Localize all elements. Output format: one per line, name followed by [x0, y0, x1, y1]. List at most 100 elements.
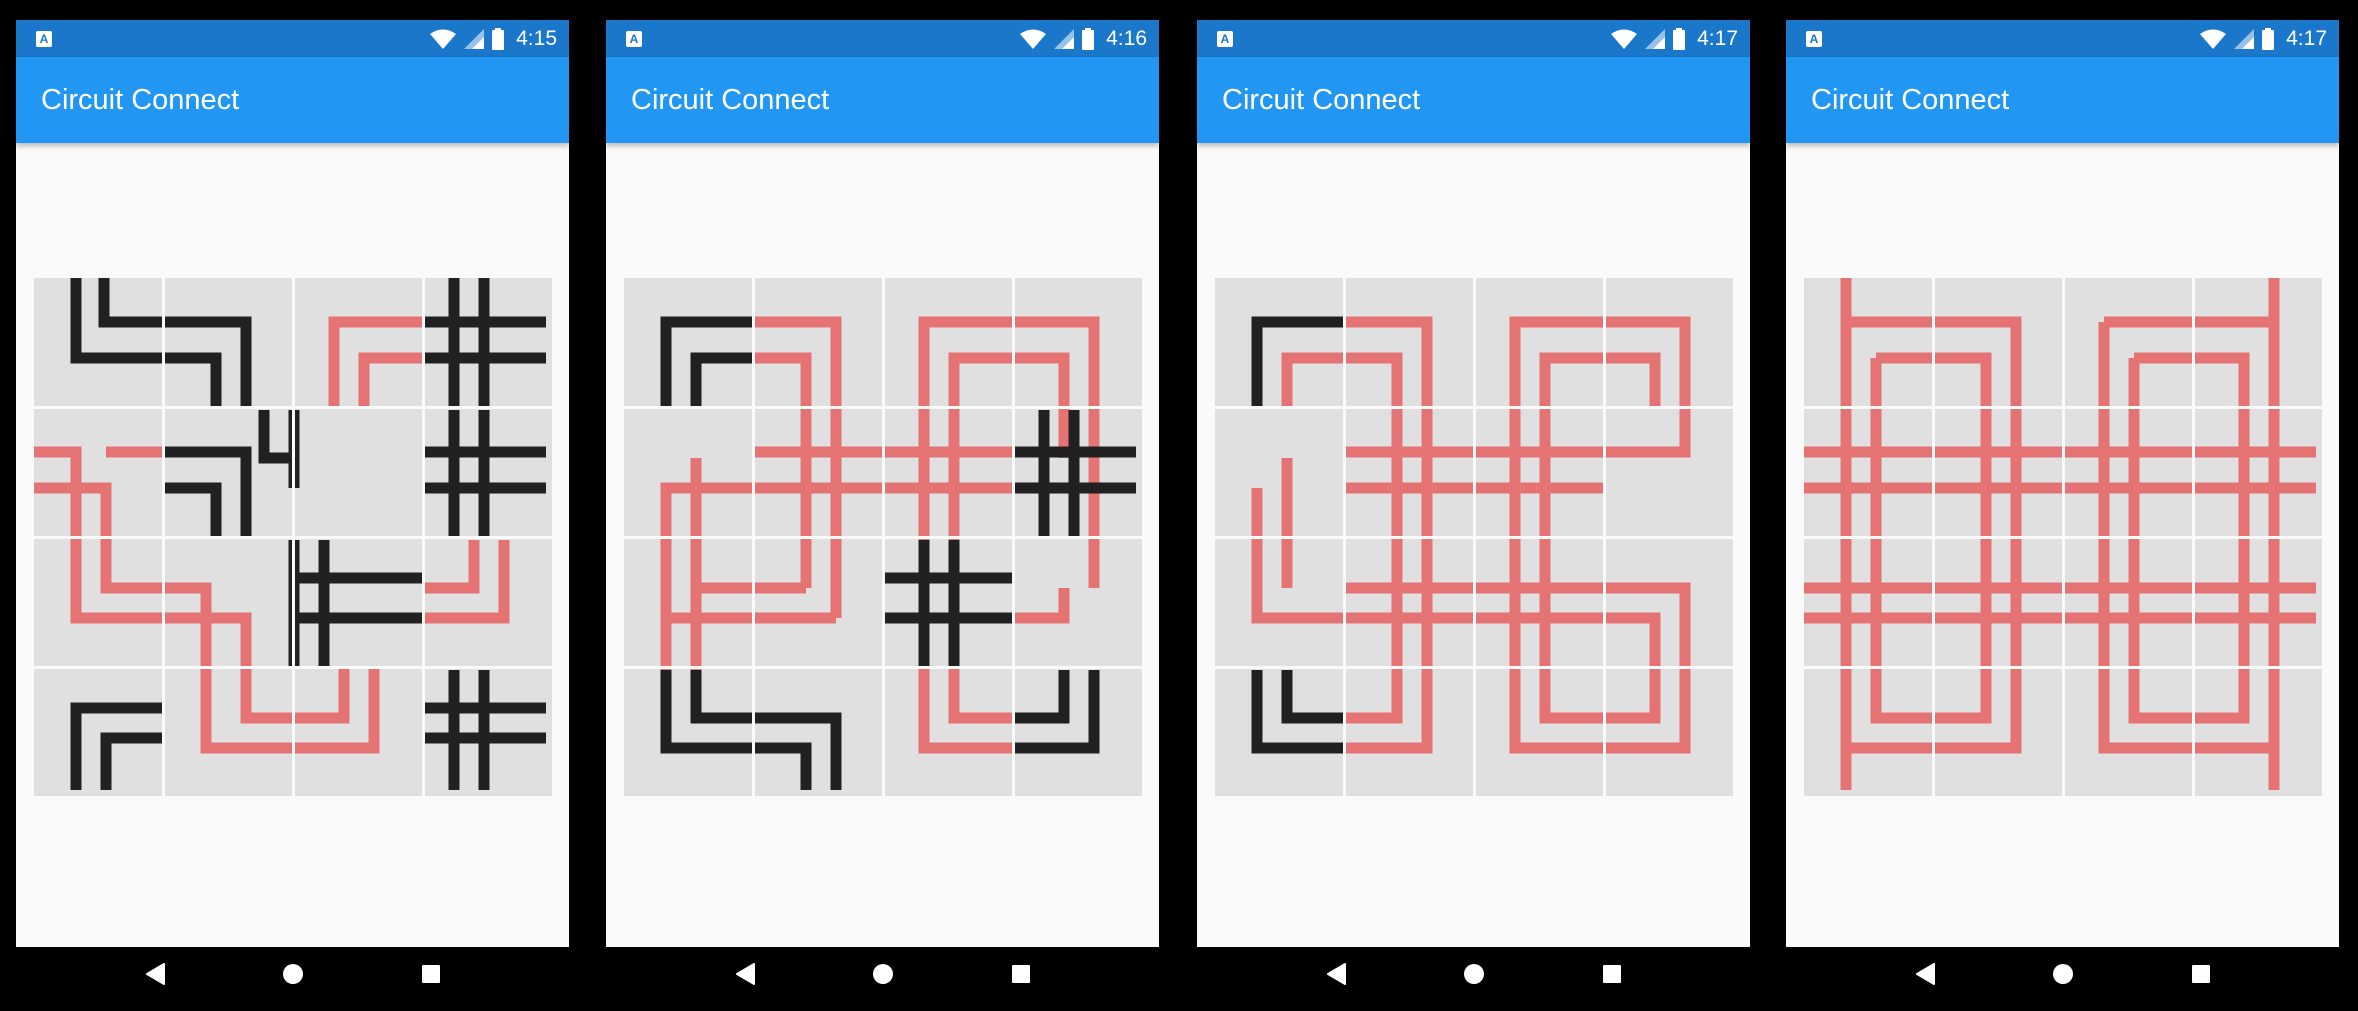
recents-square-icon[interactable] [2186, 959, 2216, 989]
back-triangle-icon[interactable] [731, 959, 761, 989]
signal-icon [2234, 28, 2255, 49]
circuit-tile[interactable] [624, 278, 752, 406]
circuit-tile[interactable] [754, 668, 882, 796]
circuit-tile[interactable] [1215, 408, 1343, 536]
circuit-tile[interactable] [1475, 668, 1603, 796]
circuit-tile[interactable] [1014, 278, 1142, 406]
navigation-bar [1786, 947, 2339, 1000]
circuit-tile[interactable] [1215, 538, 1343, 666]
circuit-tile[interactable] [884, 408, 1012, 536]
circuit-tile[interactable] [294, 668, 422, 796]
circuit-tile[interactable] [34, 538, 162, 666]
game-area [1786, 143, 2339, 947]
circuit-tile[interactable] [1605, 408, 1733, 536]
recents-square-icon[interactable] [1006, 959, 1036, 989]
circuit-tile[interactable] [2064, 278, 2192, 406]
back-triangle-icon[interactable] [141, 959, 171, 989]
circuit-tile[interactable] [1804, 668, 1932, 796]
circuit-tile[interactable] [1605, 278, 1733, 406]
status-icons: 4:16 [1020, 20, 1147, 57]
circuit-tile[interactable] [1345, 538, 1473, 666]
circuit-tile[interactable] [1345, 278, 1473, 406]
circuit-tile[interactable] [164, 538, 292, 666]
circuit-tile[interactable] [1934, 278, 2062, 406]
circuit-tile[interactable] [2194, 668, 2322, 796]
circuit-tile[interactable] [1934, 668, 2062, 796]
circuit-tile[interactable] [1475, 278, 1603, 406]
circuit-tile[interactable] [34, 668, 162, 796]
circuit-tile[interactable] [164, 668, 292, 796]
circuit-tile[interactable] [1215, 278, 1343, 406]
circuit-tile[interactable] [1934, 408, 2062, 536]
circuit-tile[interactable] [624, 408, 752, 536]
circuit-tile[interactable] [294, 538, 422, 666]
notification-icon: A [1806, 31, 1822, 47]
circuit-tile[interactable] [424, 538, 552, 666]
circuit-tile[interactable] [884, 538, 1012, 666]
circuit-tile[interactable] [1804, 538, 1932, 666]
status-time: 4:15 [516, 27, 557, 50]
tile-gap [1215, 666, 1733, 669]
recents-square-icon[interactable] [1597, 959, 1627, 989]
back-triangle-icon[interactable] [1322, 959, 1352, 989]
home-circle-icon[interactable] [2048, 959, 2078, 989]
recents-square-icon[interactable] [416, 959, 446, 989]
circuit-tile[interactable] [624, 668, 752, 796]
circuit-tile[interactable] [754, 538, 882, 666]
wifi-icon [1611, 29, 1638, 49]
circuit-tile[interactable] [1804, 278, 1932, 406]
status-bar: A 4:16 [606, 20, 1159, 57]
circuit-tile[interactable] [1215, 668, 1343, 796]
battery-icon [1082, 27, 1095, 50]
circuit-grid [1215, 278, 1733, 796]
back-triangle-icon[interactable] [1911, 959, 1941, 989]
puzzle-board[interactable] [624, 278, 1142, 801]
tile-gap [422, 278, 425, 796]
circuit-tile[interactable] [1345, 408, 1473, 536]
circuit-tile[interactable] [294, 408, 422, 536]
circuit-tile[interactable] [294, 278, 422, 406]
wifi-icon [430, 29, 457, 49]
circuit-tile[interactable] [164, 408, 292, 536]
app-title: Circuit Connect [1222, 84, 1421, 116]
circuit-tile[interactable] [884, 278, 1012, 406]
circuit-tile[interactable] [2194, 538, 2322, 666]
navigation-bar [1197, 947, 1750, 1000]
circuit-tile[interactable] [1605, 538, 1733, 666]
circuit-tile[interactable] [34, 408, 162, 536]
circuit-tile[interactable] [2064, 668, 2192, 796]
battery-icon [1673, 27, 1686, 50]
circuit-tile[interactable] [1934, 538, 2062, 666]
circuit-tile[interactable] [624, 538, 752, 666]
circuit-tile[interactable] [1475, 538, 1603, 666]
circuit-tile[interactable] [2064, 408, 2192, 536]
tile-gap [1012, 278, 1015, 796]
tile-gap [34, 536, 552, 539]
circuit-tile[interactable] [2194, 408, 2322, 536]
status-icons: 4:17 [1611, 20, 1738, 57]
app-bar: Circuit Connect [16, 57, 569, 143]
circuit-tile[interactable] [1345, 668, 1473, 796]
circuit-tile[interactable] [754, 408, 882, 536]
home-circle-icon[interactable] [278, 959, 308, 989]
status-bar: A 4:15 [16, 20, 569, 57]
circuit-tile[interactable] [1475, 408, 1603, 536]
puzzle-board[interactable] [1804, 278, 2322, 801]
circuit-tile[interactable] [34, 278, 162, 406]
circuit-tile[interactable] [754, 278, 882, 406]
navigation-bar [606, 947, 1159, 1000]
home-circle-icon[interactable] [1459, 959, 1489, 989]
circuit-tile[interactable] [1804, 408, 1932, 536]
circuit-tile[interactable] [1605, 668, 1733, 796]
home-circle-icon[interactable] [868, 959, 898, 989]
circuit-tile[interactable] [1014, 668, 1142, 796]
circuit-tile[interactable] [2064, 538, 2192, 666]
puzzle-board[interactable] [34, 278, 552, 801]
app-title: Circuit Connect [1811, 84, 2010, 116]
circuit-tile[interactable] [164, 278, 292, 406]
tile-gap [34, 666, 552, 669]
circuit-tile[interactable] [884, 668, 1012, 796]
circuit-tile[interactable] [2194, 278, 2322, 406]
puzzle-board[interactable] [1215, 278, 1733, 801]
circuit-tile[interactable] [1014, 538, 1142, 666]
